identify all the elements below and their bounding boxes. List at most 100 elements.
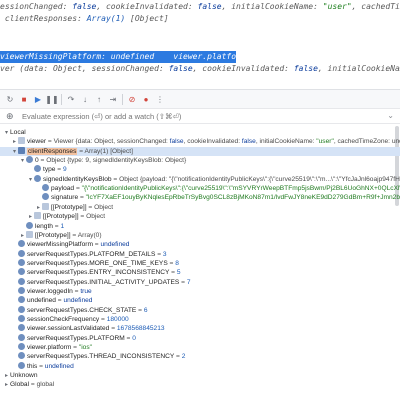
variable-name: Global bbox=[10, 381, 30, 389]
variable-name: signature bbox=[51, 194, 79, 202]
variable-row[interactable]: serverRequestTypes.THREAD_INCONSISTENCY … bbox=[0, 352, 400, 361]
variable-row[interactable]: ▾ Local bbox=[0, 128, 400, 137]
variable-name: serverRequestTypes.THREAD_INCONSISTENCY bbox=[27, 353, 175, 361]
variable-row[interactable]: serverRequestTypes.INITIAL_ACTIVITY_UPDA… bbox=[0, 277, 400, 287]
separator: = bbox=[169, 269, 177, 277]
variable-row[interactable]: ▾ clientResponses = Array(1) [Object] bbox=[0, 146, 400, 156]
field-icon bbox=[26, 156, 33, 164]
variable-row[interactable]: ▾ signedIdentityKeysBlob = Object {payloa… bbox=[0, 174, 400, 184]
code-token: [Object] bbox=[125, 14, 169, 23]
variable-name: viewer bbox=[27, 138, 47, 146]
code-editor[interactable]: essionChanged: false, cookieInvalidated:… bbox=[0, 0, 400, 89]
variable-value: 1 bbox=[60, 222, 65, 230]
run-to-cursor-icon[interactable]: ⇥ bbox=[107, 93, 119, 105]
evaluate-input[interactable] bbox=[20, 111, 350, 122]
variable-row[interactable]: undefined = undefined bbox=[0, 296, 400, 305]
variables-tree[interactable]: ▾ Local ▸ viewer = Viewer {data: Object, se… bbox=[0, 124, 400, 400]
field-icon bbox=[18, 324, 25, 332]
variable-row[interactable]: length = 1 bbox=[0, 221, 400, 231]
variable-name: [[Prototype]] bbox=[51, 203, 87, 211]
mute-breakpoints-icon[interactable]: ⊘ bbox=[126, 93, 138, 105]
variable-name: signedIdentityKeysBlob bbox=[43, 175, 112, 183]
step-over-icon[interactable]: ↷ bbox=[65, 93, 77, 105]
code-token: false bbox=[197, 2, 222, 11]
resume-icon[interactable]: ▶ bbox=[32, 93, 44, 105]
variable-row[interactable]: ▸ [[Prototype]] = Object bbox=[0, 202, 400, 212]
field-icon bbox=[26, 221, 33, 229]
field-icon bbox=[18, 352, 25, 360]
variable-name: type bbox=[43, 166, 56, 174]
variable-name: serverRequestTypes.ENTRY_INCONSISTENCY bbox=[27, 269, 170, 277]
variable-name: serverRequestTypes.INITIAL_ACTIVITY_UPDA… bbox=[27, 278, 180, 286]
pause-icon[interactable]: ❚❚ bbox=[45, 93, 58, 105]
step-out-icon[interactable]: ↑ bbox=[93, 93, 105, 105]
variable-row[interactable]: ▸ viewer = Viewer {data: Object, sessionC… bbox=[0, 137, 400, 146]
variable-row[interactable]: type = 9 bbox=[0, 165, 400, 174]
variable-row[interactable]: ▾ 0 = Object {type: 9, signedIdentityKeys… bbox=[0, 156, 400, 165]
variable-value: Object {payload: "{\"notificationIdentit… bbox=[119, 175, 400, 183]
variable-name: length bbox=[35, 222, 53, 230]
variable-row[interactable]: ▸ [[Prototype]] = Array(0) bbox=[0, 230, 400, 240]
variable-row[interactable]: this = undefined bbox=[0, 361, 400, 371]
evaluate-icon: ⊕ bbox=[6, 111, 14, 121]
variable-value: true bbox=[80, 287, 92, 295]
variable-name: undefined bbox=[27, 297, 56, 305]
separator: = bbox=[74, 185, 82, 193]
variable-row[interactable]: sessionCheckFrequency = 180000 bbox=[0, 315, 400, 324]
variable-name: [[Prototype]] bbox=[35, 231, 71, 239]
array-icon bbox=[18, 146, 25, 154]
field-icon bbox=[18, 286, 25, 294]
variable-value: 180000 bbox=[106, 316, 129, 323]
variable-row[interactable]: signature = "lcYF7XaEF1ouyByKNqlesEpRbeT… bbox=[0, 193, 400, 202]
separator: = bbox=[111, 175, 120, 183]
variable-row[interactable]: serverRequestTypes.PLATFORM_DETAILS = 3 bbox=[0, 249, 400, 259]
restart-icon[interactable]: ↻ bbox=[4, 93, 16, 105]
stop-icon[interactable]: ■ bbox=[18, 93, 30, 105]
code-token: , cachedTimeZone: bbox=[351, 2, 400, 11]
code-line: ver (data: Object, sessionChanged: false… bbox=[0, 63, 400, 75]
variable-value: Viewer {data: Object, sessionChanged: bbox=[53, 138, 170, 146]
object-icon bbox=[34, 212, 41, 220]
view-breakpoints-icon[interactable]: ● bbox=[140, 93, 152, 105]
variable-value: Array(1) [Object] bbox=[84, 147, 133, 155]
code-token: , cookieInvalidated: bbox=[192, 64, 294, 73]
separator: = bbox=[77, 147, 85, 155]
variable-row[interactable]: viewer.loggedIn = true bbox=[0, 286, 400, 296]
step-into-icon[interactable]: ↓ bbox=[79, 93, 91, 105]
variable-value: 8 bbox=[175, 259, 179, 267]
more-icon[interactable]: ⋮ bbox=[154, 93, 166, 105]
expand-arrow-icon[interactable]: ▸ bbox=[3, 381, 10, 390]
variable-value: undefined bbox=[63, 297, 93, 305]
separator: = bbox=[71, 344, 79, 352]
variable-row[interactable]: viewer.sessionLastValidated = 1678568845… bbox=[0, 324, 400, 333]
variable-row[interactable]: ▸ Global = global bbox=[0, 380, 400, 389]
variable-row[interactable]: serverRequestTypes.MORE_ONE_TIME_KEYS = … bbox=[0, 258, 400, 268]
variable-name: clientResponses bbox=[27, 147, 78, 155]
separator: = bbox=[37, 362, 45, 370]
separator: = bbox=[86, 203, 95, 211]
object-icon bbox=[26, 230, 33, 238]
separator: = bbox=[78, 213, 87, 221]
variable-row[interactable]: viewerMissingPlatform = undefined bbox=[0, 240, 400, 249]
field-icon bbox=[18, 315, 25, 322]
code-token: clientResponses: bbox=[0, 14, 87, 23]
variable-row[interactable]: serverRequestTypes.CHECK_STATE = 6 bbox=[0, 305, 400, 315]
variable-value: 1678568845213 bbox=[116, 325, 165, 333]
variable-value: , initialCookieName: bbox=[255, 138, 317, 146]
variable-row[interactable]: serverRequestTypes.ENTRY_INCONSISTENCY =… bbox=[0, 268, 400, 277]
field-icon bbox=[18, 249, 25, 257]
variable-name: this bbox=[27, 362, 38, 370]
field-icon bbox=[18, 343, 25, 351]
variable-row[interactable]: serverRequestTypes.PLATFORM = 0 bbox=[0, 333, 400, 343]
variable-row[interactable]: payload = "{\"notificationIdentityPublic… bbox=[0, 184, 400, 193]
field-icon bbox=[18, 361, 25, 369]
variable-name: payload bbox=[51, 185, 75, 193]
variable-row[interactable]: ▸ Unknown bbox=[0, 371, 400, 380]
add-watch-icon[interactable]: ⌄ bbox=[387, 111, 394, 120]
variable-row[interactable]: ▸ [[Prototype]] = Object bbox=[0, 212, 400, 221]
variable-row[interactable]: viewer.platform = "ios" bbox=[0, 343, 400, 352]
variable-value: 5 bbox=[176, 269, 181, 277]
field-icon bbox=[34, 174, 41, 182]
variable-name: viewer.platform bbox=[27, 344, 72, 352]
